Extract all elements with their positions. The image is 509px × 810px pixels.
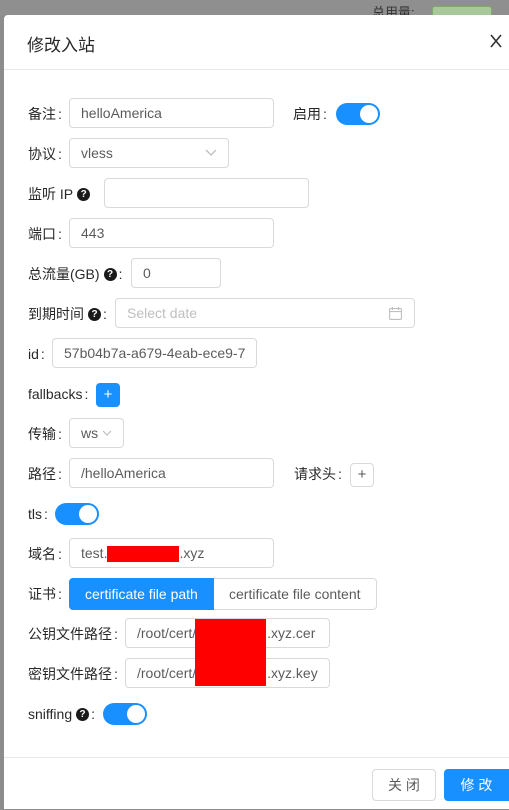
port-label: 端口 <box>28 226 56 242</box>
protocol-select[interactable]: vless <box>69 138 229 168</box>
remark-input[interactable]: helloAmerica <box>69 98 274 128</box>
expiry-label: 到期时间 <box>28 306 84 322</box>
private-key-row: 密钥文件路径: <box>28 666 118 682</box>
modal-title: 修改入站 <box>27 36 95 55</box>
domain-row: 域名: <box>28 546 62 562</box>
private-key-label: 密钥文件路径 <box>28 666 112 682</box>
expiry-row: 到期时间?: <box>28 306 107 322</box>
calendar-icon <box>389 307 402 320</box>
tls-label: tls <box>28 506 42 522</box>
fallbacks-label: fallbacks <box>28 386 83 402</box>
sniffing-row: sniffing?: <box>28 706 95 722</box>
submit-button[interactable]: 修 改 <box>444 769 509 801</box>
public-key-row: 公钥文件路径: <box>28 626 118 642</box>
id-input[interactable]: 57b04b7a-a679-4eab-ece9-7 <box>52 338 257 368</box>
id-row: id: <box>28 346 45 362</box>
port-row: 端口: <box>28 226 62 242</box>
public-key-prefix: /root/cert/ <box>137 625 197 641</box>
switch-knob <box>127 705 145 723</box>
sniffing-switch[interactable] <box>103 703 147 725</box>
id-label: id <box>28 346 39 362</box>
enable-switch[interactable] <box>336 103 380 125</box>
domain-label: 域名 <box>28 546 56 562</box>
path-input[interactable]: /helloAmerica <box>69 458 274 488</box>
certificate-row: 证书: <box>28 586 62 602</box>
public-key-suffix: .xyz.cer <box>267 625 316 641</box>
switch-knob <box>360 105 378 123</box>
transport-label: 传输 <box>28 426 56 442</box>
transport-select[interactable]: ws <box>69 418 124 448</box>
add-fallback-button[interactable]: + <box>96 383 120 407</box>
redaction-block <box>107 546 180 563</box>
private-key-prefix: /root/cert/ <box>137 665 197 681</box>
chevron-down-icon <box>102 430 112 436</box>
remark-row: 备注: <box>28 106 62 122</box>
path-row: 路径: <box>28 466 62 482</box>
tls-switch[interactable] <box>55 503 99 525</box>
listen-ip-row: 监听 IP? <box>28 178 91 210</box>
domain-suffix: .xyz <box>179 545 205 561</box>
chevron-down-icon <box>205 149 217 156</box>
expiry-placeholder: Select date <box>127 305 198 321</box>
switch-knob <box>79 505 97 523</box>
modal-footer: 关 闭 修 改 <box>4 757 509 810</box>
enable-row: 启用: <box>293 106 327 122</box>
listen-ip-input[interactable] <box>104 178 309 208</box>
fallbacks-row: fallbacks: <box>28 386 89 402</box>
remark-label: 备注 <box>28 106 56 122</box>
sniffing-label: sniffing <box>28 706 73 722</box>
total-traffic-row: 总流量(GB)?: <box>28 266 123 282</box>
modal-header: 修改入站 <box>4 15 509 70</box>
public-key-label: 公钥文件路径 <box>28 626 112 642</box>
transport-row: 传输: <box>28 426 62 442</box>
request-header-row: 请求头: <box>294 466 342 482</box>
protocol-value: vless <box>81 145 113 161</box>
add-request-header-button[interactable]: + <box>350 463 374 487</box>
certificate-label: 证书 <box>28 586 56 602</box>
question-icon[interactable]: ? <box>76 707 90 721</box>
question-icon[interactable]: ? <box>88 307 101 321</box>
close-button[interactable]: 关 闭 <box>372 769 436 801</box>
tls-row: tls: <box>28 506 48 522</box>
request-header-label: 请求头 <box>294 466 336 482</box>
certificate-file-path-option[interactable]: certificate file path <box>69 578 214 610</box>
listen-ip-label: 监听 IP <box>28 186 74 202</box>
path-label: 路径 <box>28 466 56 482</box>
question-icon[interactable]: ? <box>103 267 117 281</box>
total-traffic-label: 总流量(GB) <box>28 266 100 282</box>
protocol-label: 协议 <box>28 146 56 162</box>
enable-label: 启用 <box>293 106 321 122</box>
edit-inbound-modal: 修改入站 备注: helloAmerica 启用: 协议: vless 监听 I… <box>4 15 509 809</box>
transport-value: ws <box>81 425 99 441</box>
domain-input[interactable]: test. .xyz <box>69 538 274 568</box>
total-traffic-input[interactable]: 0 <box>131 258 221 288</box>
protocol-row: 协议: <box>28 146 62 162</box>
background-page: 总用量: <box>0 0 509 20</box>
port-input[interactable]: 443 <box>69 218 274 248</box>
certificate-file-content-option[interactable]: certificate file content <box>214 578 377 610</box>
question-icon[interactable]: ? <box>77 187 91 201</box>
close-icon[interactable] <box>486 31 506 51</box>
private-key-suffix: .xyz.key <box>267 665 318 681</box>
redaction-block <box>195 619 266 686</box>
domain-prefix: test. <box>81 545 108 561</box>
expiry-date-picker[interactable]: Select date <box>115 298 415 328</box>
